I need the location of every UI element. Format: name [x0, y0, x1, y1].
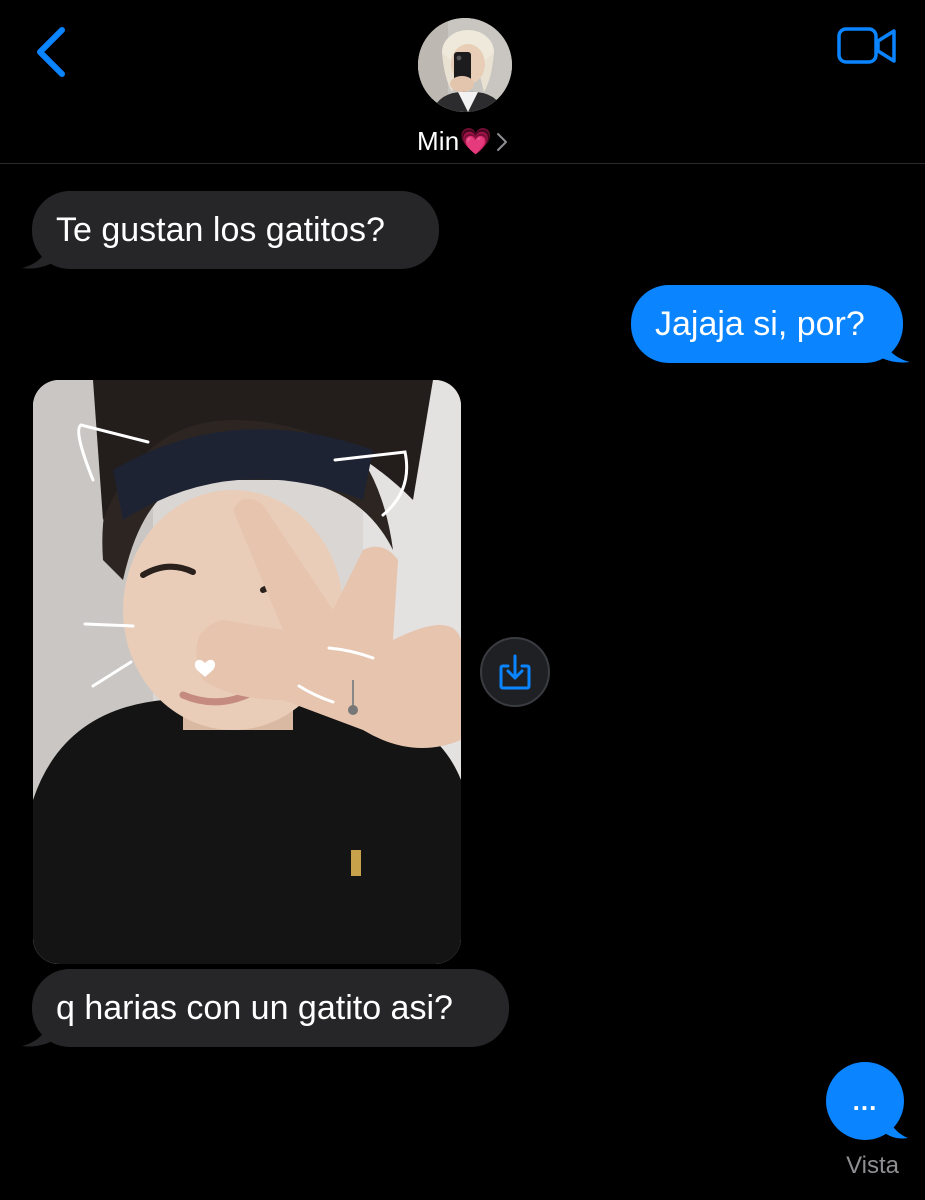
conversation-header: Min 💗 — [0, 0, 925, 164]
outgoing-message-bubble[interactable]: Jajaja si, por? — [631, 285, 903, 363]
contact-name: Min — [416, 125, 460, 156]
messages-screen: Min 💗 Te gustan los gatitos? Jajaja si, … — [0, 0, 925, 1200]
download-icon — [499, 654, 531, 690]
chevron-left-icon — [37, 27, 65, 77]
incoming-message-bubble[interactable]: q harias con un gatito asi? — [32, 969, 509, 1047]
video-call-button[interactable] — [836, 24, 898, 70]
avatar-photo — [418, 18, 512, 112]
typing-indicator: ... — [826, 1062, 904, 1140]
message-text: q harias con un gatito asi? — [56, 989, 453, 1027]
heart-emoji-icon: 💗 — [459, 125, 493, 156]
photo-message[interactable] — [33, 380, 461, 964]
avatar[interactable] — [418, 18, 512, 112]
chevron-right-icon — [497, 133, 508, 151]
incoming-message-bubble[interactable]: Te gustan los gatitos? — [32, 191, 439, 269]
read-receipt: Vista — [846, 1152, 899, 1179]
typing-dots: ... — [852, 1085, 878, 1116]
message-text: Te gustan los gatitos? — [56, 211, 385, 249]
back-button[interactable] — [30, 24, 74, 84]
message-text: Jajaja si, por? — [655, 305, 865, 343]
photo-image — [33, 380, 461, 964]
contact-name-row[interactable]: Min 💗 — [0, 121, 925, 161]
save-photo-button[interactable] — [480, 637, 550, 707]
video-camera-icon — [837, 27, 896, 64]
